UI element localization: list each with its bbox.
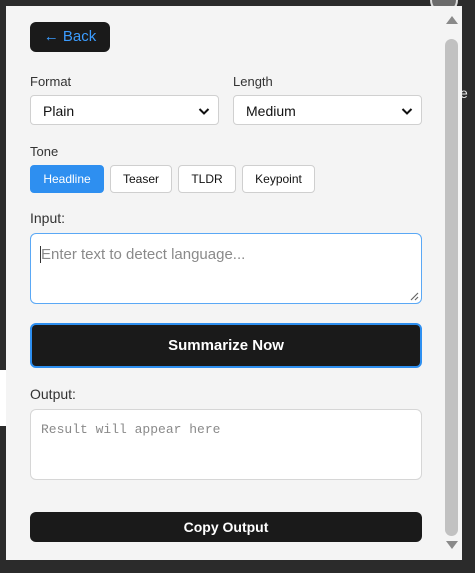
back-button[interactable]: ← Back bbox=[30, 22, 110, 52]
vertical-scrollbar[interactable] bbox=[442, 6, 462, 560]
popup-content: ← Back Format Plain Length Medium Tone H… bbox=[6, 6, 442, 560]
format-label: Format bbox=[30, 74, 72, 89]
length-selected-value: Medium bbox=[246, 103, 296, 119]
length-label: Length bbox=[233, 74, 273, 89]
resize-grip-icon[interactable] bbox=[410, 292, 419, 301]
summarizer-popup: ← Back Format Plain Length Medium Tone H… bbox=[6, 6, 462, 560]
tone-option-headline[interactable]: Headline bbox=[30, 165, 104, 193]
input-textarea[interactable]: Enter text to detect language... bbox=[30, 233, 422, 304]
tone-option-teaser[interactable]: Teaser bbox=[110, 165, 172, 193]
input-placeholder: Enter text to detect language... bbox=[41, 246, 246, 263]
tone-option-tldr[interactable]: TLDR bbox=[178, 165, 236, 193]
chevron-down-icon bbox=[401, 108, 413, 115]
format-select[interactable]: Plain bbox=[30, 95, 219, 125]
scrollbar-thumb[interactable] bbox=[445, 39, 458, 536]
output-placeholder: Result will appear here bbox=[41, 422, 221, 437]
summarize-button[interactable]: Summarize Now bbox=[30, 323, 422, 368]
chevron-down-icon bbox=[198, 108, 210, 115]
background-text-fragment: e bbox=[460, 78, 475, 108]
output-textarea[interactable]: Result will appear here bbox=[30, 409, 422, 480]
scroll-up-arrow-icon[interactable] bbox=[446, 16, 458, 24]
input-label: Input: bbox=[30, 210, 66, 226]
tone-option-keypoint[interactable]: Keypoint bbox=[242, 165, 315, 193]
text-caret bbox=[40, 246, 41, 263]
format-selected-value: Plain bbox=[43, 103, 75, 119]
copy-output-button[interactable]: Copy Output bbox=[30, 512, 422, 542]
scroll-down-arrow-icon[interactable] bbox=[446, 541, 458, 549]
output-label: Output: bbox=[30, 386, 76, 402]
tone-label: Tone bbox=[30, 144, 59, 159]
length-select[interactable]: Medium bbox=[233, 95, 422, 125]
